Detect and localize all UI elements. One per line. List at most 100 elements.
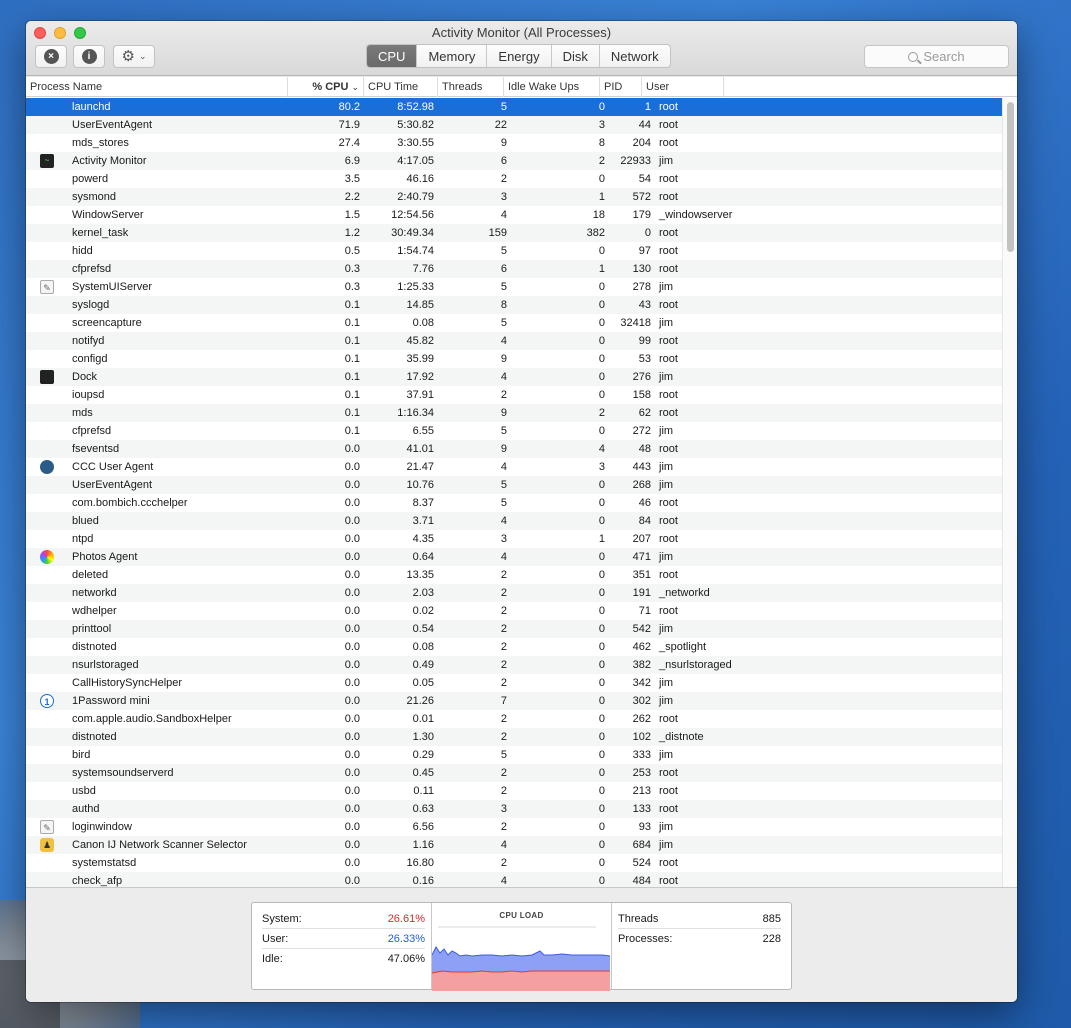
cpu-percent-cell: 0.1 [344,299,360,311]
column-header-user[interactable]: User [642,77,724,97]
column-header-pid[interactable]: PID [600,77,642,97]
table-row[interactable]: mds_stores 27.4 3:30.55 9 8 204 root [26,134,1002,152]
table-row[interactable]: ✎ SystemUIServer 0.3 1:25.33 5 0 278 jim [26,278,1002,296]
tab-network[interactable]: Network [600,45,670,67]
table-row[interactable]: cfprefsd 0.3 7.76 6 1 130 root [26,260,1002,278]
table-row[interactable]: distnoted 0.0 0.08 2 0 462 _spotlight [26,638,1002,656]
tab-energy[interactable]: Energy [487,45,552,67]
cpu-time-cell: 6.55 [412,425,434,437]
pid-cell: 278 [632,281,651,293]
table-row[interactable]: notifyd 0.1 45.82 4 0 99 root [26,332,1002,350]
tab-memory[interactable]: Memory [417,45,488,67]
process-name-cell: Dock [72,371,98,383]
table-row[interactable]: ioupsd 0.1 37.91 2 0 158 root [26,386,1002,404]
user-cell: root [659,443,678,455]
table-row[interactable]: ~ Activity Monitor 6.9 4:17.05 6 2 22933 jim [26,152,1002,170]
column-header-cpu[interactable]: % CPU ⌄ [288,77,364,97]
titlebar: Activity Monitor (All Processes) × i ⚙ ⌄… [26,21,1017,76]
user-cell: jim [659,371,674,383]
table-row[interactable]: networkd 0.0 2.03 2 0 191 _networkd [26,584,1002,602]
threads-cell: 6 [500,155,507,167]
cpu-percent-cell: 0.0 [344,713,360,725]
cpu-percent-cell: 0.0 [344,821,360,833]
column-header-threads[interactable]: Threads [438,77,504,97]
table-row[interactable]: powerd 3.5 46.16 2 0 54 root [26,170,1002,188]
table-row[interactable]: com.apple.audio.SandboxHelper 0.0 0.01 2 0 26… [26,710,1002,728]
idle-wake-ups-cell: 0 [598,857,605,869]
table-row[interactable]: usbd 0.0 0.11 2 0 213 root [26,782,1002,800]
idle-wake-ups-cell: 0 [598,551,605,563]
table-row[interactable]: WindowServer 1.5 12:54.56 4 18 179 _windowserv… [26,206,1002,224]
system-label: System: [262,912,302,925]
pid-cell: 99 [638,335,651,347]
search-field[interactable]: Search [864,45,1009,68]
table-row[interactable]: distnoted 0.0 1.30 2 0 102 _distnote [26,728,1002,746]
cpu-time-cell: 1:54.74 [397,245,434,257]
table-row[interactable]: systemstatsd 0.0 16.80 2 0 524 root [26,854,1002,872]
cpu-time-cell: 0.05 [412,677,434,689]
column-header-cpu-time[interactable]: CPU Time [364,77,438,97]
table-row[interactable]: syslogd 0.1 14.85 8 0 43 root [26,296,1002,314]
table-row[interactable]: CCC User Agent 0.0 21.47 4 3 443 jim [26,458,1002,476]
user-cell: jim [659,677,674,689]
pid-cell: 93 [638,821,651,833]
table-row[interactable]: wdhelper 0.0 0.02 2 0 71 root [26,602,1002,620]
column-header-process-name[interactable]: Process Name [26,77,288,97]
cpu-load-graph: CPU LOAD [432,903,612,991]
threads-row: Threads 885 [618,909,781,929]
table-row[interactable]: screencapture 0.1 0.08 5 0 32418 jim [26,314,1002,332]
user-cell: root [659,569,678,581]
table-row[interactable]: check_afp 0.0 0.16 4 0 484 root [26,872,1002,887]
table-row[interactable]: mds 0.1 1:16.34 9 2 62 root [26,404,1002,422]
table-row[interactable]: launchd 80.2 8:52.98 5 0 1 root [26,98,1002,116]
table-row[interactable]: hidd 0.5 1:54.74 5 0 97 root [26,242,1002,260]
quit-process-button[interactable]: × [35,45,67,68]
user-cell: root [659,353,678,365]
table-row[interactable]: Photos Agent 0.0 0.64 4 0 471 jim [26,548,1002,566]
threads-cell: 2 [500,569,507,581]
table-row[interactable]: authd 0.0 0.63 3 0 133 root [26,800,1002,818]
table-row[interactable]: Dock 0.1 17.92 4 0 276 jim [26,368,1002,386]
table-row[interactable]: com.bombich.ccchelper 0.0 8.37 5 0 46 root [26,494,1002,512]
table-row[interactable]: sysmond 2.2 2:40.79 3 1 572 root [26,188,1002,206]
table-row[interactable]: bird 0.0 0.29 5 0 333 jim [26,746,1002,764]
table-row[interactable]: fseventsd 0.0 41.01 9 4 48 root [26,440,1002,458]
dock-icon [40,370,54,384]
table-row[interactable]: systemsoundserverd 0.0 0.45 2 0 253 root [26,764,1002,782]
pid-cell: 46 [638,497,651,509]
vertical-scrollbar[interactable] [1002,98,1017,887]
table-row[interactable]: nsurlstoraged 0.0 0.49 2 0 382 _nsurlstoraged [26,656,1002,674]
threads-value: 885 [762,912,781,925]
table-row[interactable]: 1 1Password mini 0.0 21.26 7 0 302 jim [26,692,1002,710]
table-row[interactable]: ♟ Canon IJ Network Scanner Selector 0.0 1.1… [26,836,1002,854]
threads-cell: 2 [500,641,507,653]
table-row[interactable]: blued 0.0 3.71 4 0 84 root [26,512,1002,530]
process-name-cell: CallHistorySyncHelper [72,677,183,689]
tab-cpu[interactable]: CPU [367,45,418,67]
table-row[interactable]: UserEventAgent 71.9 5:30.82 22 3 44 root [26,116,1002,134]
table-row[interactable]: CallHistorySyncHelper 0.0 0.05 2 0 342 jim [26,674,1002,692]
column-header-idle-wake-ups[interactable]: Idle Wake Ups [504,77,600,97]
table-row[interactable]: printtool 0.0 0.54 2 0 542 jim [26,620,1002,638]
table-row[interactable]: kernel_task 1.2 30:49.34 159 382 0 root [26,224,1002,242]
table-row[interactable]: ntpd 0.0 4.35 3 1 207 root [26,530,1002,548]
tab-disk[interactable]: Disk [552,45,600,67]
table-row[interactable]: configd 0.1 35.99 9 0 53 root [26,350,1002,368]
scrollbar-thumb[interactable] [1007,102,1014,252]
table-row[interactable]: cfprefsd 0.1 6.55 5 0 272 jim [26,422,1002,440]
inspect-process-button[interactable]: i [73,45,105,68]
process-name-cell: Canon IJ Network Scanner Selector [72,839,247,851]
action-menu-button[interactable]: ⚙ ⌄ [113,45,155,68]
threads-cell: 5 [500,281,507,293]
table-row[interactable]: UserEventAgent 0.0 10.76 5 0 268 jim [26,476,1002,494]
user-cell: jim [659,839,674,851]
pid-cell: 43 [638,299,651,311]
table-row[interactable]: ✎ loginwindow 0.0 6.56 2 0 93 jim [26,818,1002,836]
pid-cell: 54 [638,173,651,185]
cpu-percent-cell: 0.0 [344,857,360,869]
table-row[interactable]: deleted 0.0 13.35 2 0 351 root [26,566,1002,584]
cpu-percent-cell: 0.0 [344,479,360,491]
idle-wake-ups-cell: 0 [598,821,605,833]
threads-cell: 3 [500,803,507,815]
cpu-time-cell: 0.63 [412,803,434,815]
